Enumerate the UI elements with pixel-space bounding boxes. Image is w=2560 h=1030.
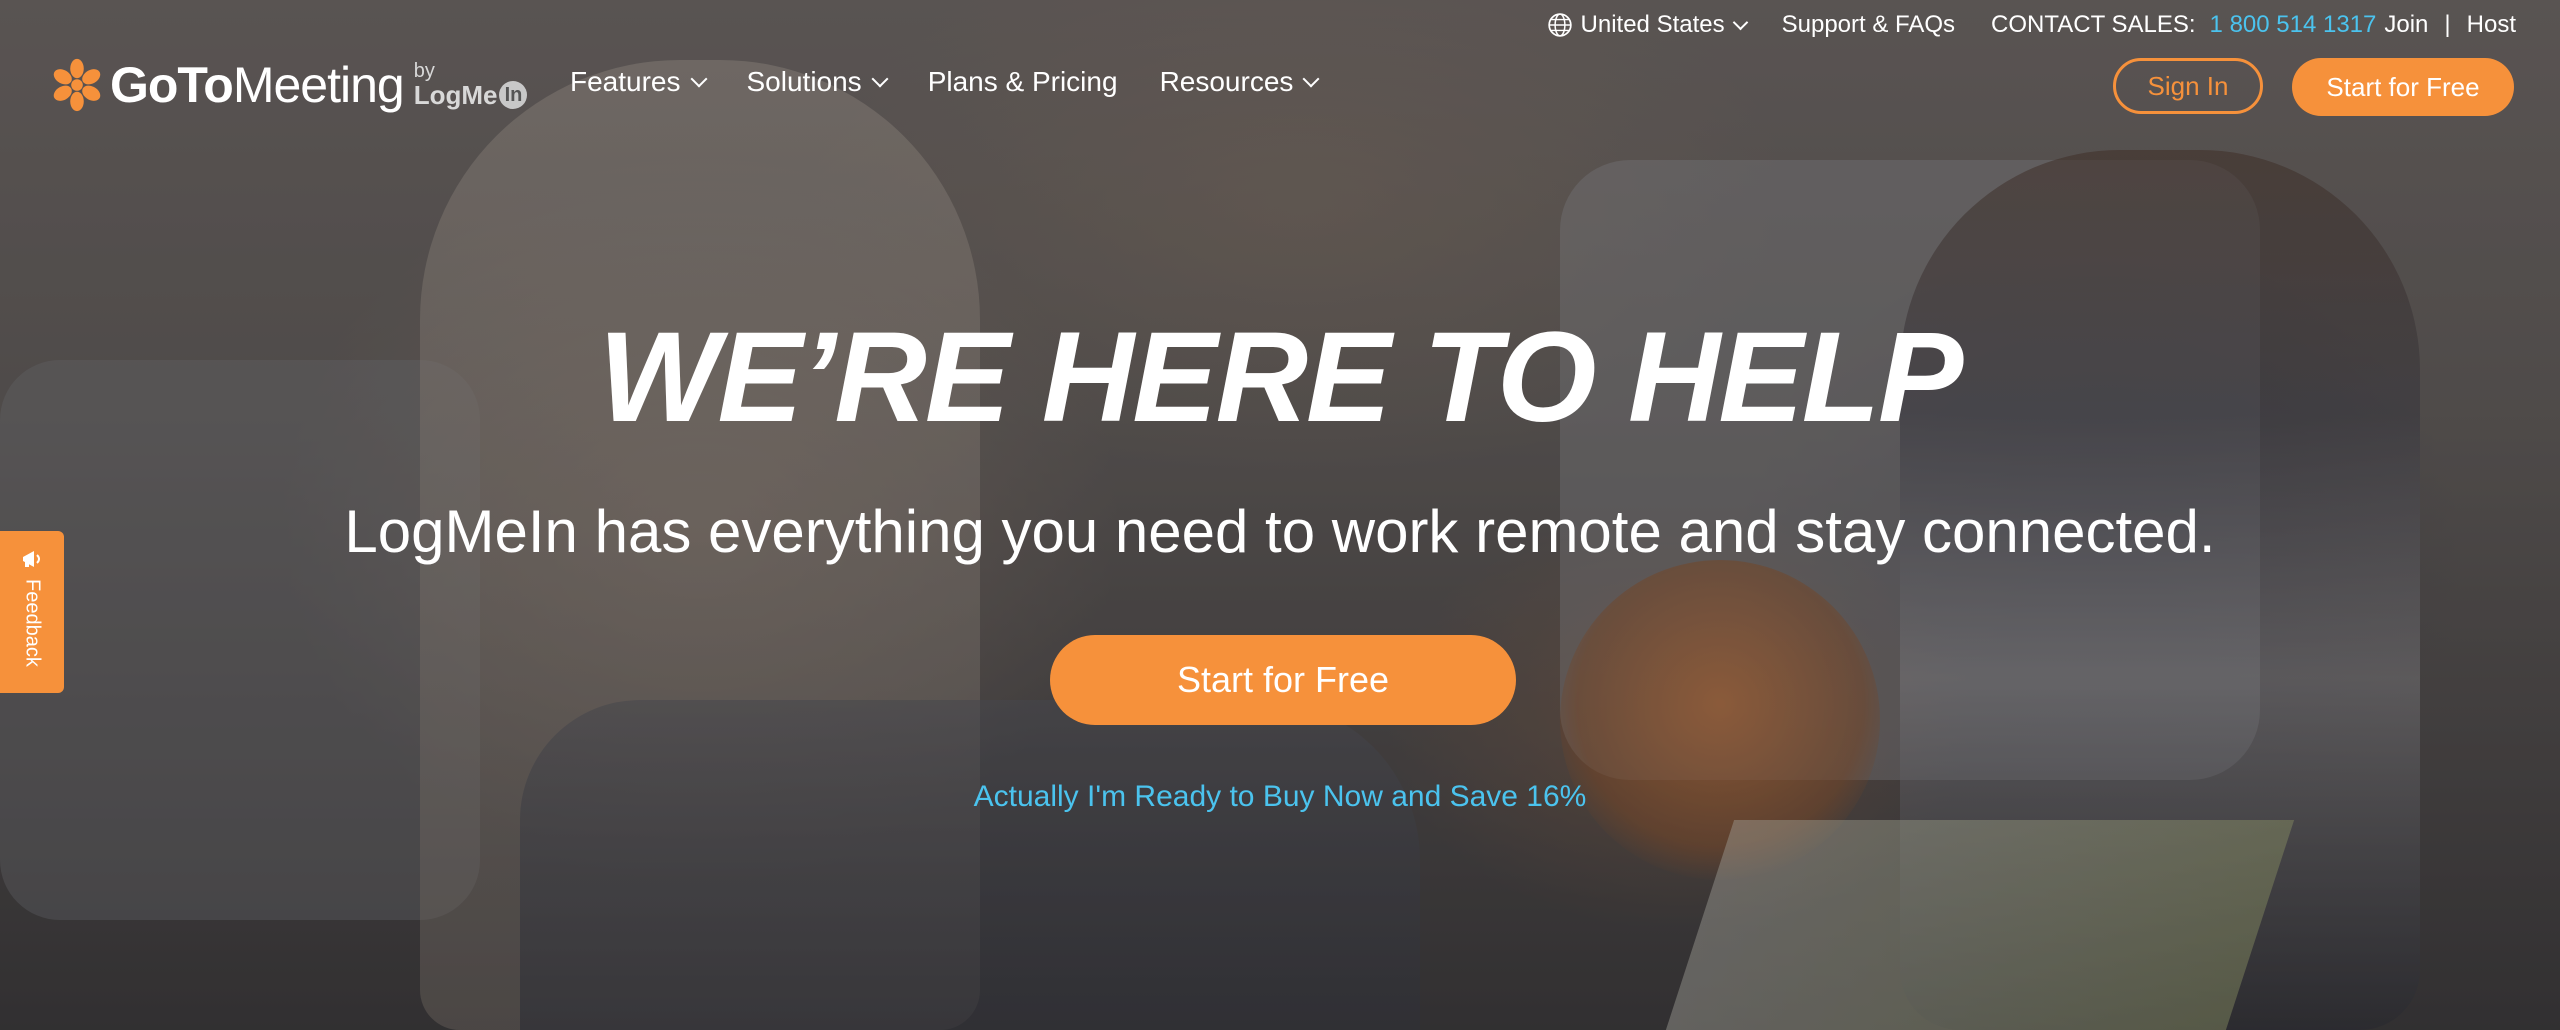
feedback-tab[interactable]: Feedback <box>0 531 64 693</box>
logo-by-logmein: by LogMe In <box>414 61 528 109</box>
join-link[interactable]: Join <box>2384 11 2428 39</box>
utility-separator: | <box>2444 11 2451 38</box>
chevron-down-icon <box>1732 14 1748 30</box>
hero-headline: WE’RE HERE TO HELP <box>598 306 1964 449</box>
nav-item-resources[interactable]: Resources <box>1159 66 1320 98</box>
chevron-down-icon <box>871 70 889 88</box>
gotomeeting-logo[interactable]: GoToMeeting by LogMe In <box>48 52 528 118</box>
nav-item-label: Resources <box>1159 66 1294 97</box>
sales-phone-link[interactable]: 1 800 514 1317 <box>2210 11 2377 39</box>
nav-item-label: Plans & Pricing <box>927 66 1118 97</box>
logo-goto-text: GoTo <box>110 57 234 113</box>
support-faqs-link[interactable]: Support & FAQs <box>1782 11 1955 39</box>
host-link[interactable]: Host <box>2467 11 2516 39</box>
region-selector[interactable]: United States <box>1547 11 1748 39</box>
nav-item-label: Solutions <box>746 66 862 97</box>
region-label: United States <box>1580 11 1725 38</box>
logo-logmein-text: LogMe In <box>414 81 528 109</box>
logo-logme-text: LogMe <box>413 80 498 110</box>
chevron-down-icon <box>1302 70 1320 88</box>
start-for-free-hero-button[interactable]: Start for Free <box>1050 635 1516 725</box>
logo-meeting-text: Meeting <box>232 57 405 113</box>
start-for-free-header-button[interactable]: Start for Free <box>2292 58 2514 116</box>
feedback-label: Feedback <box>21 579 44 667</box>
sign-in-button[interactable]: Sign In <box>2113 58 2263 114</box>
asterisk-logo-icon <box>53 58 101 112</box>
nav-item-features[interactable]: Features <box>570 66 707 98</box>
nav-item-plans-pricing[interactable]: Plans & Pricing <box>928 66 1118 98</box>
buy-now-save-link[interactable]: Actually I'm Ready to Buy Now and Save 1… <box>0 780 2560 814</box>
logo-by-text: by <box>413 60 435 82</box>
logo-in-badge: In <box>499 81 528 109</box>
hero-subheading: LogMeIn has everything you need to work … <box>344 498 2216 565</box>
megaphone-icon <box>23 551 40 567</box>
nav-item-solutions[interactable]: Solutions <box>746 66 889 98</box>
main-nav: Features Solutions Plans & Pricing Resou… <box>570 66 1359 98</box>
contact-sales-label: CONTACT SALES: <box>1991 11 2196 38</box>
nav-item-label: Features <box>570 66 681 97</box>
utility-bar: United States Support & FAQs CONTACT SAL… <box>1547 8 2516 42</box>
chevron-down-icon <box>690 70 707 88</box>
globe-icon <box>1547 13 1572 37</box>
logo-wordmark: GoToMeeting <box>110 56 405 114</box>
